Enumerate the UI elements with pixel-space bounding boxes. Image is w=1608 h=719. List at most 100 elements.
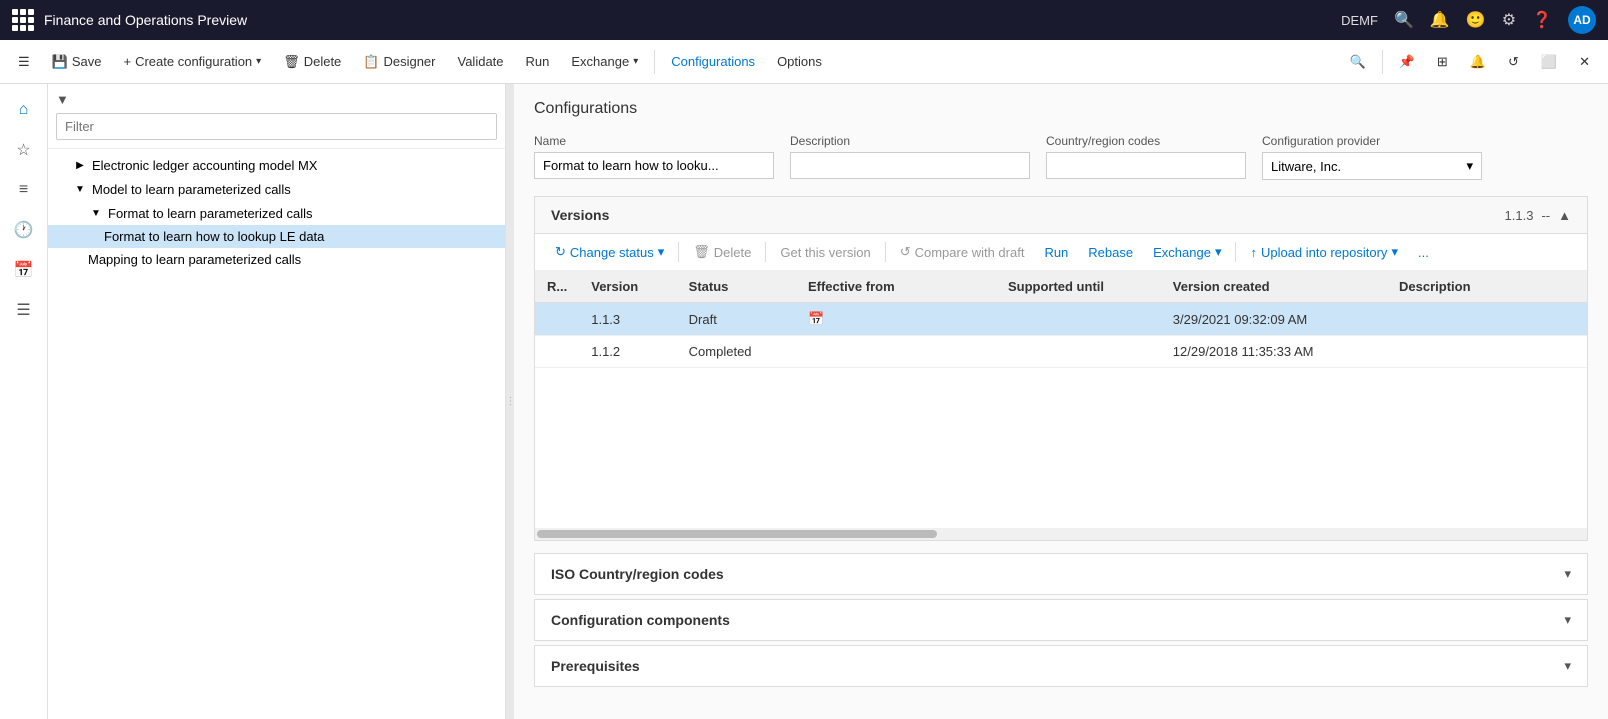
cell-supported-until: [996, 336, 1161, 368]
config-form-row: Name Description Country/region codes Co…: [534, 134, 1588, 180]
cell-effective-from: [796, 336, 996, 368]
smiley-icon[interactable]: 🙂: [1466, 10, 1486, 30]
nav-list-icon[interactable]: ≡: [6, 172, 42, 208]
iso-header[interactable]: ISO Country/region codes ▾: [535, 554, 1587, 594]
vtb-sep4: [1235, 242, 1236, 262]
create-configuration-button[interactable]: + Create configuration ▾: [113, 48, 271, 75]
maximize-button[interactable]: ⬜: [1531, 48, 1567, 76]
hamburger-button[interactable]: ☰: [8, 48, 40, 76]
chevron-down-icon: ▾: [256, 56, 261, 67]
trash-icon: 🗑: [693, 244, 710, 260]
help-icon[interactable]: ❓: [1532, 10, 1552, 30]
cell-r: [535, 303, 579, 336]
tree-item-label: Mapping to learn parameterized calls: [88, 252, 497, 267]
toolbar-separator: [654, 50, 655, 74]
tree-content: ▶ Electronic ledger accounting model MX …: [48, 149, 505, 719]
provider-chevron-icon: ▾: [1466, 158, 1473, 174]
tree-toggle-icon[interactable]: ▼: [88, 205, 104, 221]
provider-select[interactable]: Litware, Inc. ▾: [1262, 152, 1482, 180]
panel-resizer[interactable]: ⋮: [506, 84, 514, 719]
table-row[interactable]: 1.1.3 Draft 📅 3/29/2021 09:32:09 AM: [535, 303, 1587, 336]
upload-repository-button[interactable]: ↑ Upload into repository ▾: [1242, 240, 1406, 264]
cell-description: [1387, 303, 1587, 336]
cell-effective-from: 📅: [796, 303, 996, 336]
app-title: Finance and Operations Preview: [44, 12, 1331, 28]
search-toolbar-button[interactable]: 🔍: [1340, 48, 1376, 76]
panel-button[interactable]: ⊞: [1427, 48, 1458, 76]
tree-item-mapping-parameterized[interactable]: Mapping to learn parameterized calls: [48, 248, 505, 271]
validate-button[interactable]: Validate: [448, 48, 514, 75]
user-label: DEMF: [1341, 13, 1378, 28]
table-row[interactable]: 1.1.2 Completed 12/29/2018 11:35:33 AM: [535, 336, 1587, 368]
page-title: Configurations: [534, 100, 1588, 118]
main-content: Configurations Name Description Country/…: [514, 84, 1608, 719]
add-icon: +: [123, 54, 131, 69]
prerequisites-title: Prerequisites: [551, 658, 1564, 674]
table-header: R... Version Status Effective from Suppo…: [535, 271, 1587, 303]
avatar[interactable]: AD: [1568, 6, 1596, 34]
config-components-header[interactable]: Configuration components ▾: [535, 600, 1587, 640]
versions-run-button[interactable]: Run: [1036, 241, 1076, 264]
compare-with-draft-button[interactable]: ↺ Compare with draft: [892, 240, 1033, 264]
close-window-button[interactable]: ✕: [1569, 48, 1600, 76]
tree-item-label: Format to learn how to lookup LE data: [104, 229, 497, 244]
nav-clock-icon[interactable]: 🕐: [6, 212, 42, 248]
refresh-button[interactable]: ↺: [1498, 48, 1529, 76]
run-button[interactable]: Run: [516, 48, 560, 75]
cell-r: [535, 336, 579, 368]
country-codes-input[interactable]: [1046, 152, 1246, 179]
prerequisites-header[interactable]: Prerequisites ▾: [535, 646, 1587, 686]
versions-section: Versions 1.1.3 -- ▲ ↻ Change status ▾: [534, 196, 1588, 541]
versions-table: R... Version Status Effective from Suppo…: [535, 271, 1587, 368]
options-button[interactable]: Options: [767, 48, 832, 75]
col-effective-from: Effective from: [796, 271, 996, 303]
name-input[interactable]: [534, 152, 774, 179]
description-input[interactable]: [790, 152, 1030, 179]
horizontal-scrollbar[interactable]: [535, 528, 1587, 540]
tree-item-electronic-ledger[interactable]: ▶ Electronic ledger accounting model MX: [48, 153, 505, 177]
upload-icon: ↑: [1250, 245, 1257, 260]
configurations-tab-button[interactable]: Configurations: [661, 48, 765, 75]
versions-header: Versions 1.1.3 -- ▲: [535, 197, 1587, 234]
scroll-thumb[interactable]: [537, 530, 937, 538]
nav-calendar-icon[interactable]: 📅: [6, 252, 42, 288]
more-options-button[interactable]: ...: [1410, 241, 1437, 264]
pin-button[interactable]: 📌: [1389, 48, 1425, 76]
rebase-button[interactable]: Rebase: [1080, 241, 1141, 264]
search-icon[interactable]: 🔍: [1394, 10, 1414, 30]
prerequisites-chevron-icon: ▾: [1564, 658, 1571, 674]
nav-menu-icon[interactable]: ☰: [6, 292, 42, 328]
bell-icon[interactable]: 🔔: [1430, 10, 1450, 30]
tree-item-label: Model to learn parameterized calls: [92, 182, 497, 197]
delete-button[interactable]: 🗑 Delete: [273, 48, 351, 76]
col-version-created: Version created: [1161, 271, 1387, 303]
tree-item-format-lookup[interactable]: Format to learn how to lookup LE data: [48, 225, 505, 248]
nav-star-icon[interactable]: ☆: [6, 132, 42, 168]
tree-toggle-icon[interactable]: ▶: [72, 157, 88, 173]
versions-collapse-icon[interactable]: ▲: [1558, 208, 1571, 223]
tree-item-format-parameterized[interactable]: ▼ Format to learn parameterized calls: [48, 201, 505, 225]
calendar-icon[interactable]: 📅: [808, 311, 824, 326]
save-button[interactable]: 💾 Save: [42, 48, 112, 76]
name-field: Name: [534, 134, 774, 180]
get-this-version-button[interactable]: Get this version: [772, 241, 878, 264]
exchange-button[interactable]: Exchange ▾: [561, 48, 648, 75]
content-inner: Configurations Name Description Country/…: [514, 84, 1608, 707]
tree-item-model-parameterized[interactable]: ▼ Model to learn parameterized calls: [48, 177, 505, 201]
designer-button[interactable]: 📋 Designer: [353, 48, 445, 76]
col-version: Version: [579, 271, 676, 303]
prerequisites-section: Prerequisites ▾: [534, 645, 1588, 687]
settings-icon[interactable]: ⚙: [1502, 10, 1516, 30]
tree-toggle-icon[interactable]: ▼: [72, 181, 88, 197]
designer-icon: 📋: [363, 54, 379, 70]
versions-exchange-button[interactable]: Exchange ▾: [1145, 240, 1229, 264]
waffle-icon[interactable]: [12, 9, 34, 31]
change-status-button[interactable]: ↻ Change status ▾: [547, 240, 672, 264]
tree-filter-input[interactable]: [56, 113, 497, 140]
nav-home-icon[interactable]: ⌂: [6, 92, 42, 128]
upload-chevron-icon: ▾: [1391, 244, 1398, 260]
notification-button[interactable]: 🔔: [1460, 48, 1496, 76]
tree-item-label: Electronic ledger accounting model MX: [92, 158, 497, 173]
versions-delete-button[interactable]: 🗑 Delete: [685, 240, 759, 264]
cell-version-created: 3/29/2021 09:32:09 AM: [1161, 303, 1387, 336]
